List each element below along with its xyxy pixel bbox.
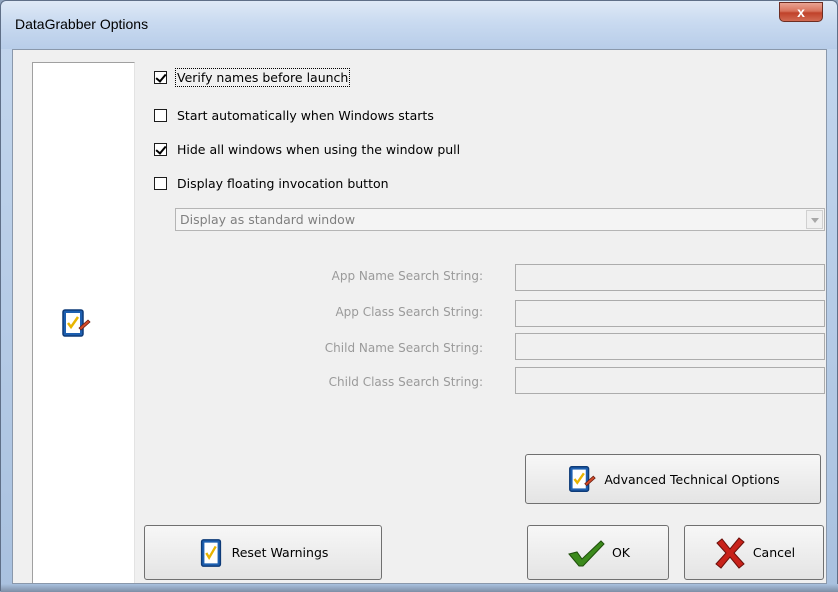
verify-names-checkbox[interactable]: Verify names before launch xyxy=(154,67,351,87)
app-name-label: App Name Search String: xyxy=(331,269,483,283)
ok-button[interactable]: OK xyxy=(527,525,669,580)
verify-names-check[interactable] xyxy=(154,70,167,84)
child-name-input[interactable] xyxy=(515,333,825,360)
advanced-options-label: Advanced Technical Options xyxy=(604,471,780,487)
red-x-icon xyxy=(715,536,745,569)
start-auto-checkbox[interactable]: Start automatically when Windows starts xyxy=(154,106,434,124)
app-class-input[interactable] xyxy=(515,300,825,327)
window-title: DataGrabber Options xyxy=(15,16,149,32)
app-name-input[interactable] xyxy=(515,264,825,291)
chevron-down-icon[interactable] xyxy=(806,210,823,229)
hide-windows-check[interactable] xyxy=(154,142,167,156)
display-mode-select[interactable]: Display as standard window xyxy=(175,208,825,231)
app-class-label: App Class Search String: xyxy=(335,305,483,319)
checklist-icon xyxy=(200,538,221,567)
floating-button-checkbox[interactable]: Display floating invocation button xyxy=(154,174,389,192)
hide-windows-label: Hide all windows when using the window p… xyxy=(177,141,461,157)
advanced-options-button[interactable]: Advanced Technical Options xyxy=(525,454,821,504)
child-class-label: Child Class Search String: xyxy=(328,375,483,389)
cancel-button[interactable]: Cancel xyxy=(684,525,824,580)
options-dialog: DataGrabber Options x Verify names befor… xyxy=(0,0,838,592)
title-bar[interactable]: DataGrabber Options x xyxy=(1,1,837,49)
floating-button-label: Display floating invocation button xyxy=(177,175,389,191)
checklist-pencil-icon xyxy=(569,466,597,492)
ok-label: OK xyxy=(611,545,631,560)
cancel-label: Cancel xyxy=(752,545,796,560)
reset-warnings-label: Reset Warnings xyxy=(231,545,329,560)
child-class-input[interactable] xyxy=(515,367,825,394)
reset-warnings-button[interactable]: Reset Warnings xyxy=(144,525,382,580)
hide-windows-checkbox[interactable]: Hide all windows when using the window p… xyxy=(154,140,460,158)
close-button[interactable]: x xyxy=(779,2,823,22)
floating-button-check[interactable] xyxy=(154,176,167,190)
child-name-label: Child Name Search String: xyxy=(324,341,483,355)
verify-names-label: Verify names before launch xyxy=(174,67,351,87)
dialog-body: Verify names before launch Start automat… xyxy=(12,49,827,584)
start-auto-label: Start automatically when Windows starts xyxy=(177,107,434,123)
start-auto-check[interactable] xyxy=(154,108,167,122)
checklist-icon xyxy=(62,309,91,337)
green-check-icon xyxy=(568,539,605,566)
close-icon: x xyxy=(797,4,805,20)
sidebar-panel xyxy=(32,62,135,583)
display-mode-value: Display as standard window xyxy=(180,212,356,227)
